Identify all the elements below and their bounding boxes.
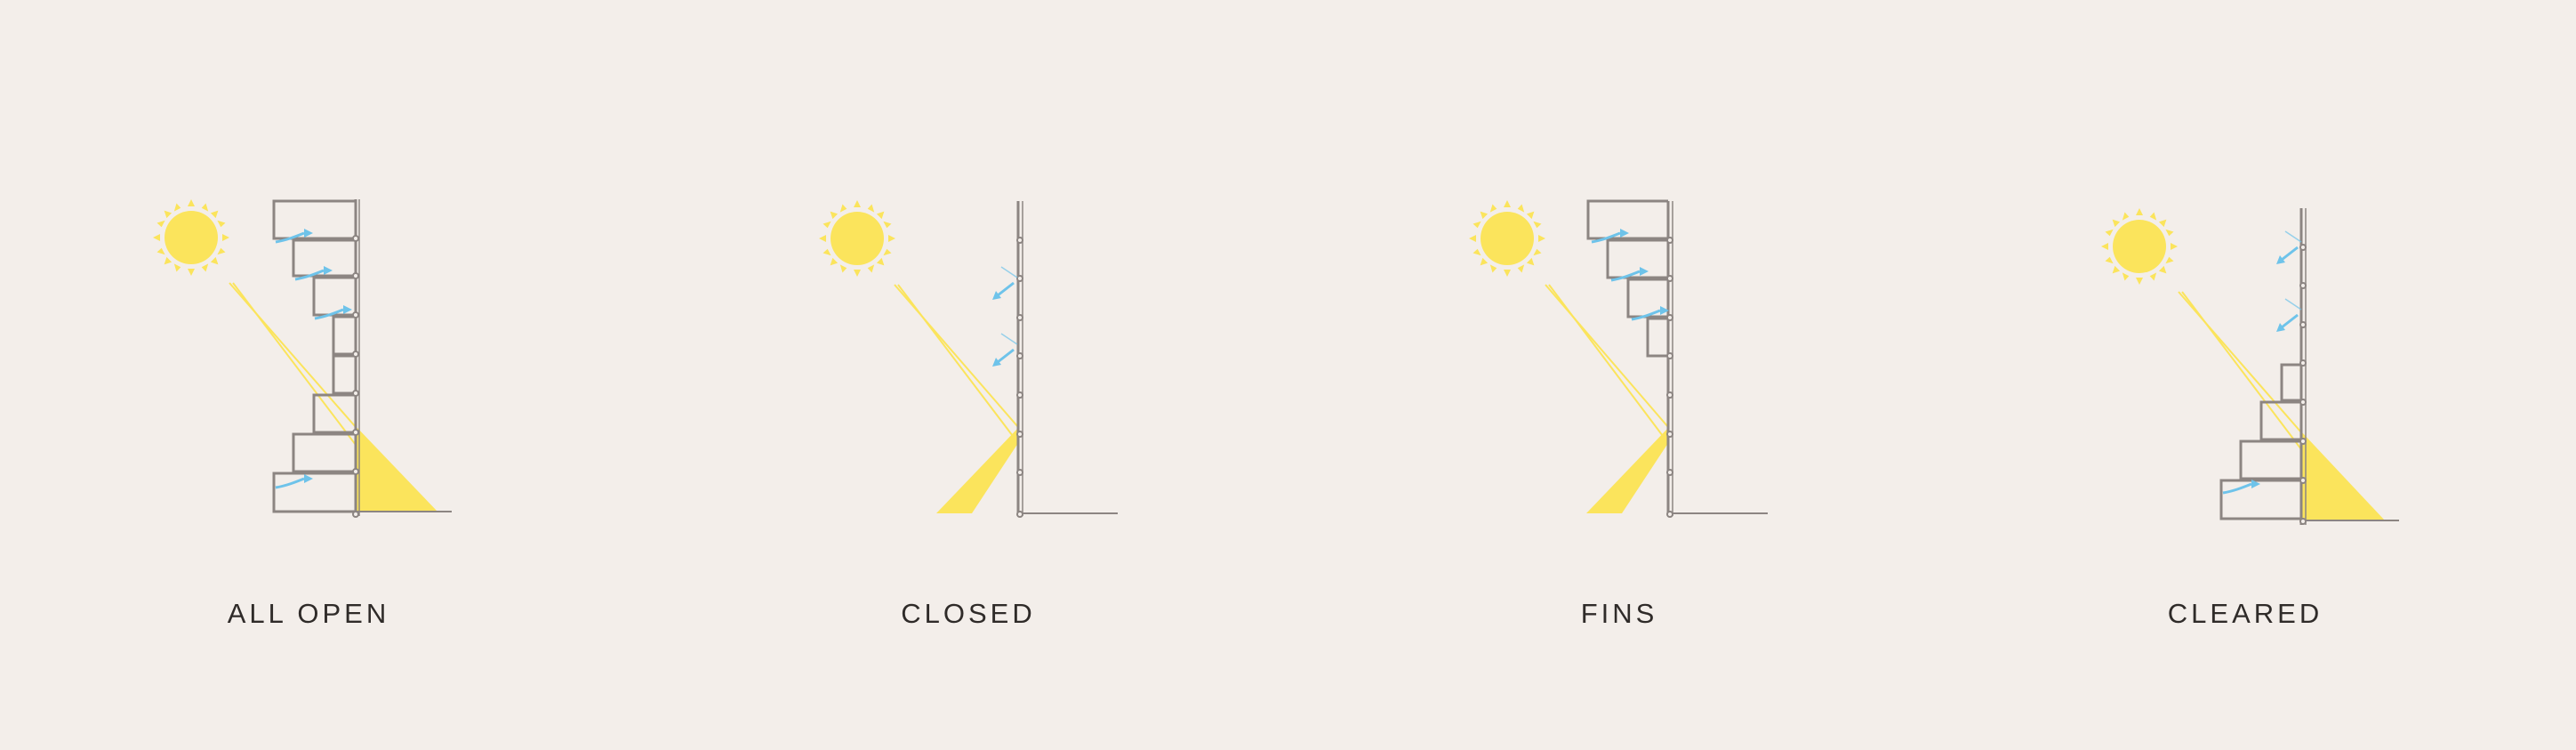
airflow-arrow-icon [2275,297,2303,334]
airflow-arrow-icon [274,472,315,489]
panel-all-open [153,199,452,518]
panel-label-closed: CLOSED [901,598,1036,629]
sunlight-patch [2301,431,2385,520]
panel-label-cleared: CLEARED [2167,598,2323,629]
sunlight-patch [356,426,437,512]
sunlight-patch [936,428,1018,513]
sun-icon [153,199,229,276]
building-structure [1016,201,1118,516]
panel-fins [1469,199,1768,518]
sun-icon [819,200,895,277]
panel-label-fins: FINS [1580,598,1658,629]
building-structure [1586,199,1768,516]
sunlight-patch [1586,428,1668,513]
sun-icon [1469,200,1545,277]
panel-label-all-open: ALL OPEN [227,598,390,629]
panel-closed [819,200,1118,518]
panel-cleared [2101,208,2399,525]
airflow-arrow-icon [2275,230,2303,266]
airflow-arrow-icon [991,332,1019,368]
shading-modes-diagram [153,199,2399,525]
airflow-arrow-icon [991,265,1019,302]
sun-icon [2101,208,2178,285]
